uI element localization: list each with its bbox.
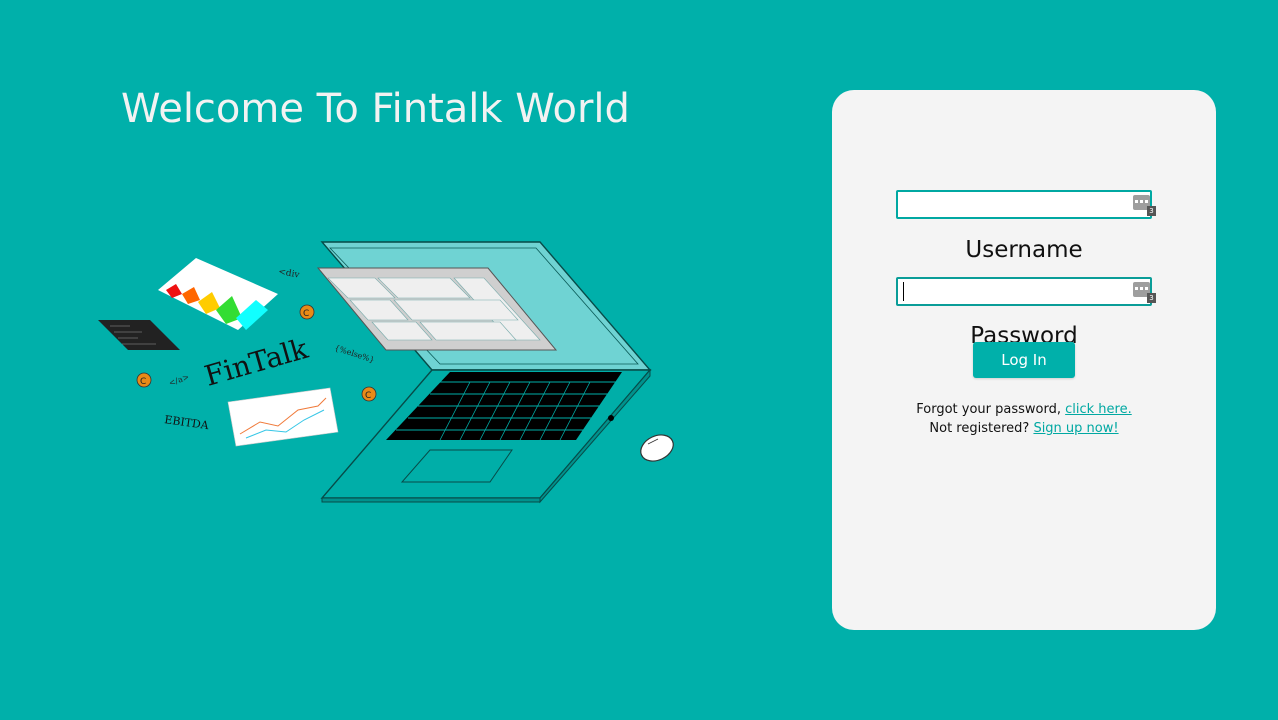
forgot-password-link[interactable]: click here. [1065,402,1132,417]
line-chart-card [227,387,339,447]
password-field-wrap: 3 [896,277,1156,306]
code-panel [98,320,180,350]
svg-text:C: C [303,309,309,319]
login-page: Welcome To Fintalk World <div {%else%} <… [0,0,1278,720]
username-input[interactable] [896,190,1152,219]
tag-div: <div [277,267,301,281]
fintech-laptop-illustration: <div {%else%} </a> EBITDA FinTalk C C C [98,241,674,504]
text-caret [903,282,904,301]
coin-icon: C [361,386,377,402]
fintalk-brand: FinTalk [201,332,313,393]
svg-text:C: C [140,377,146,387]
forgot-text: Forgot your password, [916,402,1061,417]
signup-line: Not registered? Sign up now! [832,421,1216,436]
signup-link[interactable]: Sign up now! [1033,421,1118,436]
password-input[interactable] [896,277,1152,306]
coin-icon: C [136,372,152,388]
forgot-password-line: Forgot your password, click here. [832,402,1216,417]
computer-mouse [640,434,674,462]
username-label: Username [965,237,1083,263]
welcome-title: Welcome To Fintalk World [121,86,630,132]
coin-icon: C [299,304,315,320]
signup-text: Not registered? [929,421,1030,436]
svg-text:C: C [365,391,371,401]
password-manager-icon[interactable]: 3 [1133,282,1156,303]
extension-badge: 3 [1147,293,1156,303]
login-button[interactable]: Log In [973,342,1075,378]
tag-close: </a> [168,372,191,388]
password-manager-icon[interactable]: 3 [1133,195,1156,216]
extension-badge: 3 [1147,206,1156,216]
username-field-wrap: 3 [896,190,1156,219]
tag-ebitda: EBITDA [164,413,211,432]
tag-else: {%else%} [333,343,375,364]
